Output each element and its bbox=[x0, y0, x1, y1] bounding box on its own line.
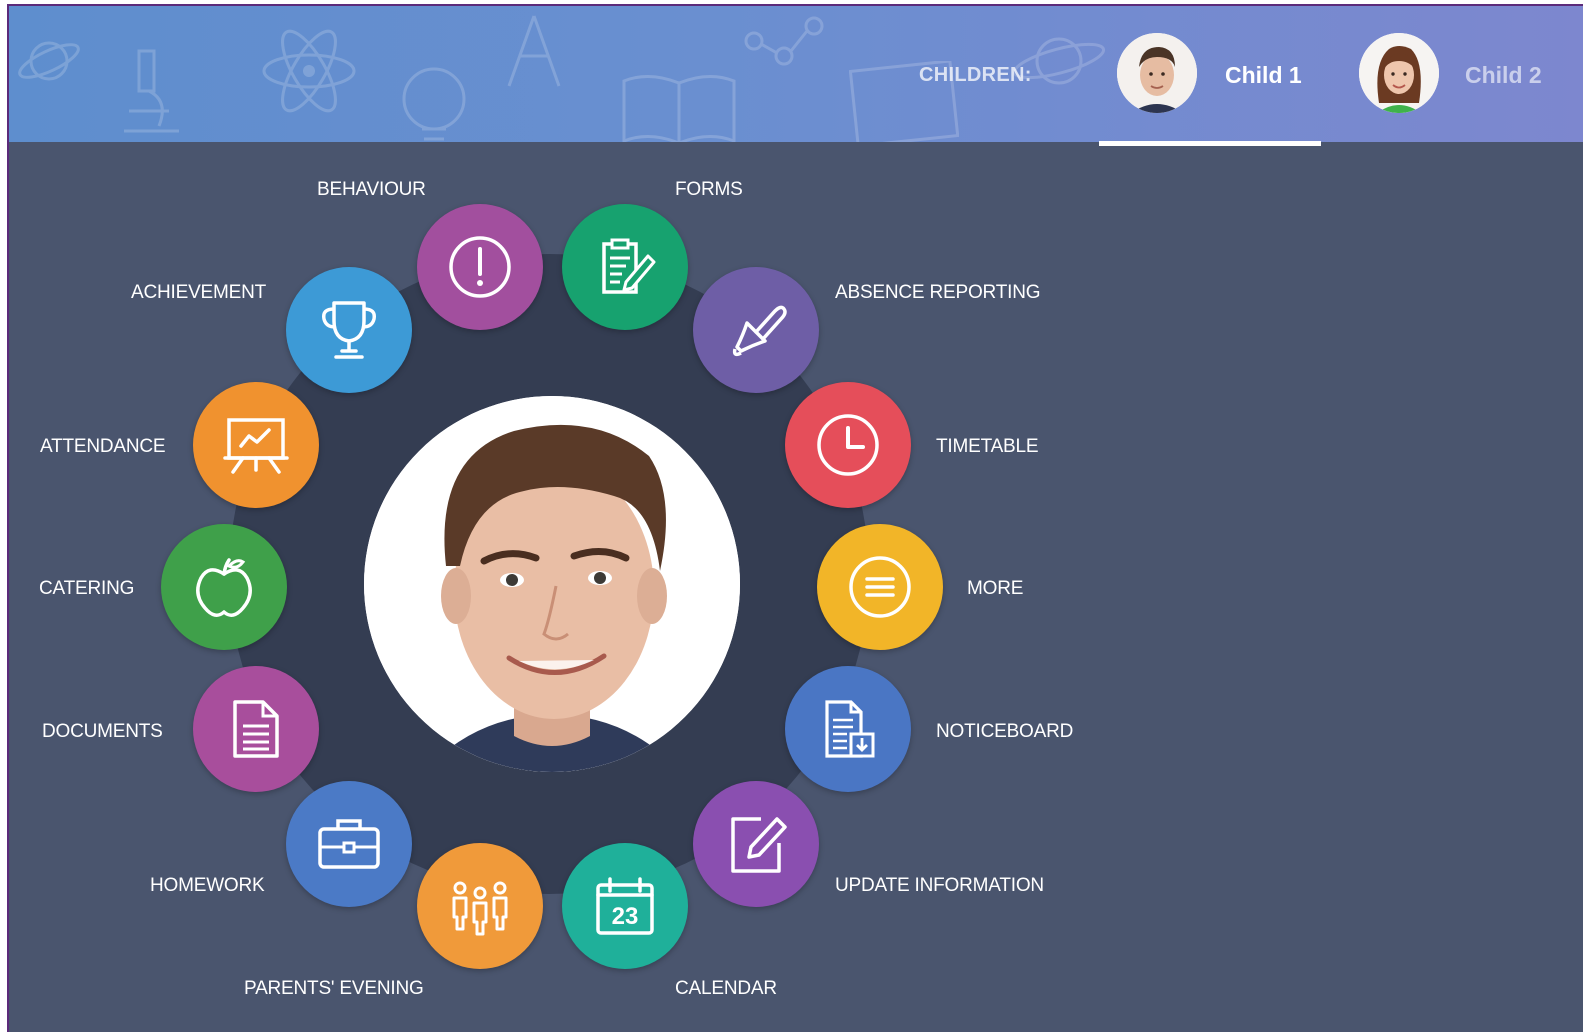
attendance-label[interactable]: ATTENDANCE bbox=[40, 436, 166, 458]
parents-evening-button[interactable] bbox=[417, 843, 543, 969]
notice-download-icon bbox=[825, 700, 875, 758]
child-1-avatar bbox=[1117, 33, 1197, 113]
forms-label[interactable]: FORMS bbox=[675, 179, 743, 201]
children-label: CHILDREN: bbox=[919, 64, 1032, 86]
molecule-doodle-icon bbox=[744, 16, 824, 66]
microscope-doodle-icon bbox=[124, 49, 179, 133]
document-icon bbox=[233, 700, 279, 758]
form-edit-icon bbox=[602, 238, 656, 294]
update-information-label[interactable]: UPDATE INFORMATION bbox=[835, 875, 1044, 897]
presentation-chart-icon bbox=[223, 418, 289, 474]
people-icon bbox=[452, 881, 508, 936]
absence-reporting-label[interactable]: ABSENCE REPORTING bbox=[835, 282, 1040, 304]
child-tab-1[interactable]: Child 1 bbox=[1099, 6, 1321, 142]
child-photo bbox=[364, 396, 740, 772]
compass-doodle-icon bbox=[507, 15, 561, 87]
homework-label[interactable]: HOMEWORK bbox=[150, 875, 265, 897]
briefcase-icon bbox=[318, 819, 380, 869]
atom-doodle-icon bbox=[262, 29, 356, 113]
exclamation-icon bbox=[449, 236, 511, 298]
bulb-doodle-icon bbox=[402, 67, 466, 141]
bell-icon bbox=[732, 305, 787, 357]
achievement-button[interactable] bbox=[286, 267, 412, 393]
update-information-button[interactable] bbox=[693, 781, 819, 907]
noticeboard-label[interactable]: NOTICEBOARD bbox=[936, 721, 1073, 743]
absence-reporting-button[interactable] bbox=[693, 267, 819, 393]
catering-button[interactable] bbox=[161, 524, 287, 650]
timetable-label[interactable]: TIMETABLE bbox=[936, 436, 1039, 458]
behaviour-button[interactable] bbox=[417, 204, 543, 330]
apple-icon bbox=[196, 558, 252, 617]
book-doodle-icon bbox=[622, 75, 736, 142]
more-label[interactable]: MORE bbox=[967, 578, 1023, 600]
saturn-doodle-icon bbox=[1012, 37, 1106, 85]
child-1-name: Child 1 bbox=[1225, 62, 1302, 88]
more-button[interactable] bbox=[817, 524, 943, 650]
menu-icon bbox=[849, 556, 911, 618]
timetable-button[interactable] bbox=[785, 382, 911, 508]
child-2-avatar bbox=[1359, 33, 1439, 113]
parents-evening-label[interactable]: PARENTS' EVENING bbox=[244, 978, 424, 1000]
clock-icon bbox=[817, 414, 879, 476]
edit-icon bbox=[731, 817, 787, 873]
attendance-button[interactable] bbox=[193, 382, 319, 508]
app-window: CHILDREN: Child 1 Child 2 BEHAVIOUR FORM… bbox=[7, 4, 1583, 1032]
noticeboard-button[interactable] bbox=[785, 666, 911, 792]
documents-button[interactable] bbox=[193, 666, 319, 792]
child-2-name: Child 2 bbox=[1465, 62, 1542, 88]
calendar-date: 23 bbox=[612, 903, 639, 930]
documents-label[interactable]: DOCUMENTS bbox=[42, 721, 163, 743]
catering-label[interactable]: CATERING bbox=[39, 578, 134, 600]
planet-doodle-icon bbox=[18, 41, 80, 81]
trophy-icon bbox=[321, 301, 377, 359]
calendar-label[interactable]: CALENDAR bbox=[675, 978, 777, 1000]
homework-button[interactable] bbox=[286, 781, 412, 907]
forms-button[interactable] bbox=[562, 204, 688, 330]
achievement-label[interactable]: ACHIEVEMENT bbox=[131, 282, 266, 304]
child-tab-2[interactable]: Child 2 bbox=[1344, 6, 1579, 142]
calendar-icon: 23 bbox=[596, 877, 654, 935]
header-bar: CHILDREN: Child 1 Child 2 bbox=[9, 6, 1583, 142]
calendar-button[interactable]: 23 bbox=[562, 843, 688, 969]
active-tab-indicator bbox=[1099, 141, 1321, 146]
behaviour-label[interactable]: BEHAVIOUR bbox=[317, 179, 426, 201]
